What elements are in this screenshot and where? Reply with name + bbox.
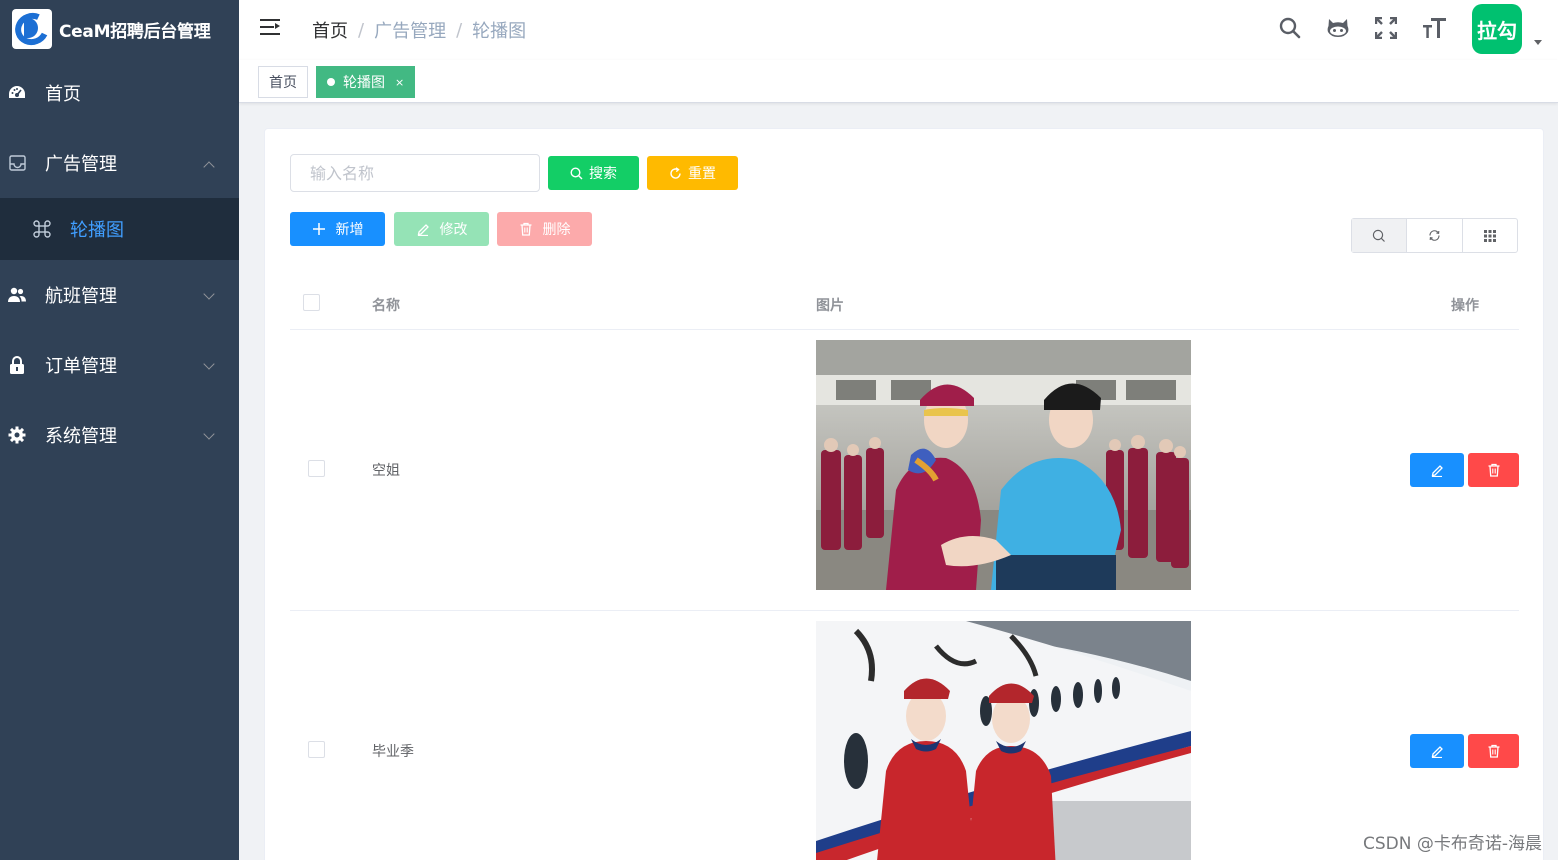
sidebar: CeaM招聘后台管理 首页 广告管理 轮播图 航班管理 订单管理 系统管理	[0, 0, 239, 860]
delete-button-label: 删除	[542, 221, 571, 237]
table-row: 空姐	[290, 330, 1519, 611]
logo[interactable]: CeaM招聘后台管理	[0, 0, 239, 58]
row-checkbox[interactable]	[308, 741, 325, 758]
close-icon[interactable]: ×	[395, 76, 404, 89]
breadcrumb-ads: 广告管理	[374, 21, 447, 42]
sidebar-item-ads[interactable]: 广告管理	[0, 128, 239, 198]
row-edit-button[interactable]	[1410, 734, 1464, 768]
lock-icon	[8, 356, 26, 374]
breadcrumb-separator: /	[358, 19, 365, 41]
search-button-label: 搜索	[589, 165, 617, 181]
edit-button[interactable]: 修改	[394, 212, 489, 246]
command-icon	[32, 219, 52, 239]
row-delete-button[interactable]	[1468, 453, 1519, 487]
delete-button[interactable]: 删除	[497, 212, 592, 246]
row-image[interactable]	[816, 340, 1191, 590]
sidebar-item-home[interactable]: 首页	[0, 58, 239, 128]
tag-label: 轮播图	[343, 75, 385, 91]
table-tools	[1351, 218, 1518, 253]
github-icon[interactable]	[1326, 16, 1350, 40]
row-edit-button[interactable]	[1410, 453, 1464, 487]
sidebar-item-label: 系统管理	[45, 426, 117, 447]
plus-icon	[312, 222, 326, 236]
toggle-search-button[interactable]	[1352, 219, 1408, 252]
trash-icon	[1488, 744, 1499, 758]
chevron-up-icon	[203, 161, 215, 173]
inbox-icon	[8, 154, 26, 172]
refresh-icon	[1429, 230, 1440, 241]
grid-icon	[1483, 229, 1496, 242]
table-header: 名称 图片 操作	[290, 277, 1519, 330]
reset-button[interactable]: 重置	[647, 156, 738, 190]
select-all-checkbox[interactable]	[303, 294, 320, 311]
row-checkbox[interactable]	[308, 460, 325, 477]
data-table: 名称 图片 操作 空姐 毕业季	[290, 277, 1519, 860]
dashboard-icon	[8, 84, 26, 102]
breadcrumb: 首页 / 广告管理 / 轮播图	[312, 17, 526, 43]
search-icon	[1372, 229, 1386, 242]
font-size-icon[interactable]	[1422, 16, 1446, 40]
sidebar-item-label: 订单管理	[45, 356, 117, 377]
navbar: 首页 / 广告管理 / 轮播图 拉勾	[239, 0, 1558, 60]
edit-icon	[416, 222, 430, 236]
sidebar-item-label: 首页	[45, 84, 81, 105]
sidebar-item-system[interactable]: 系统管理	[0, 400, 239, 470]
row-name: 空姐	[372, 463, 400, 479]
chevron-down-icon	[203, 428, 215, 440]
sidebar-subitem-label: 轮播图	[70, 220, 124, 241]
add-button[interactable]: 新增	[290, 212, 385, 246]
refresh-button[interactable]	[1407, 219, 1463, 252]
trash-icon	[519, 222, 533, 236]
column-header-name: 名称	[372, 298, 400, 314]
chevron-down-icon	[203, 288, 215, 300]
users-icon	[8, 286, 26, 304]
column-header-actions: 操作	[1451, 298, 1479, 314]
main-card: 搜索 重置 新增 修改 删除 名称 图片 操作	[264, 128, 1544, 860]
row-name: 毕业季	[372, 744, 414, 760]
sidebar-item-carousel[interactable]: 轮播图	[0, 198, 239, 260]
sidebar-item-label: 广告管理	[45, 154, 117, 175]
columns-button[interactable]	[1463, 219, 1517, 252]
table-row: 毕业季	[290, 611, 1519, 860]
tag-label: 首页	[269, 75, 297, 91]
edit-icon	[1431, 746, 1443, 758]
sidebar-item-label: 航班管理	[45, 286, 117, 307]
tags-view: 首页 轮播图 ×	[239, 60, 1558, 103]
active-dot-icon	[327, 78, 335, 86]
search-icon	[570, 166, 583, 180]
row-delete-button[interactable]	[1468, 734, 1519, 768]
refresh-icon	[669, 166, 682, 180]
breadcrumb-separator: /	[456, 19, 463, 41]
caret-down-icon[interactable]	[1534, 40, 1542, 45]
breadcrumb-home[interactable]: 首页	[312, 17, 348, 43]
gear-icon	[8, 426, 26, 444]
fullscreen-icon[interactable]	[1374, 16, 1398, 40]
tag-home[interactable]: 首页	[258, 66, 308, 98]
avatar[interactable]: 拉勾	[1472, 4, 1522, 54]
logo-icon	[12, 9, 52, 49]
search-button[interactable]: 搜索	[548, 156, 639, 190]
search-icon[interactable]	[1278, 16, 1302, 40]
row-image[interactable]	[816, 621, 1191, 860]
search-input[interactable]	[290, 154, 540, 192]
add-button-label: 新增	[335, 221, 364, 237]
edit-button-label: 修改	[439, 221, 468, 237]
reset-button-label: 重置	[688, 165, 716, 181]
sidebar-item-orders[interactable]: 订单管理	[0, 330, 239, 400]
menu-fold-icon[interactable]	[260, 19, 280, 35]
tag-carousel[interactable]: 轮播图 ×	[316, 66, 416, 98]
breadcrumb-carousel: 轮播图	[472, 21, 527, 42]
chevron-down-icon	[203, 358, 215, 370]
watermark: CSDN @卡布奇诺-海晨	[1362, 834, 1542, 854]
sidebar-item-flights[interactable]: 航班管理	[0, 260, 239, 330]
column-header-image: 图片	[816, 298, 844, 314]
edit-icon	[1431, 465, 1443, 477]
trash-icon	[1488, 463, 1499, 477]
app-title: CeaM招聘后台管理	[59, 21, 211, 42]
